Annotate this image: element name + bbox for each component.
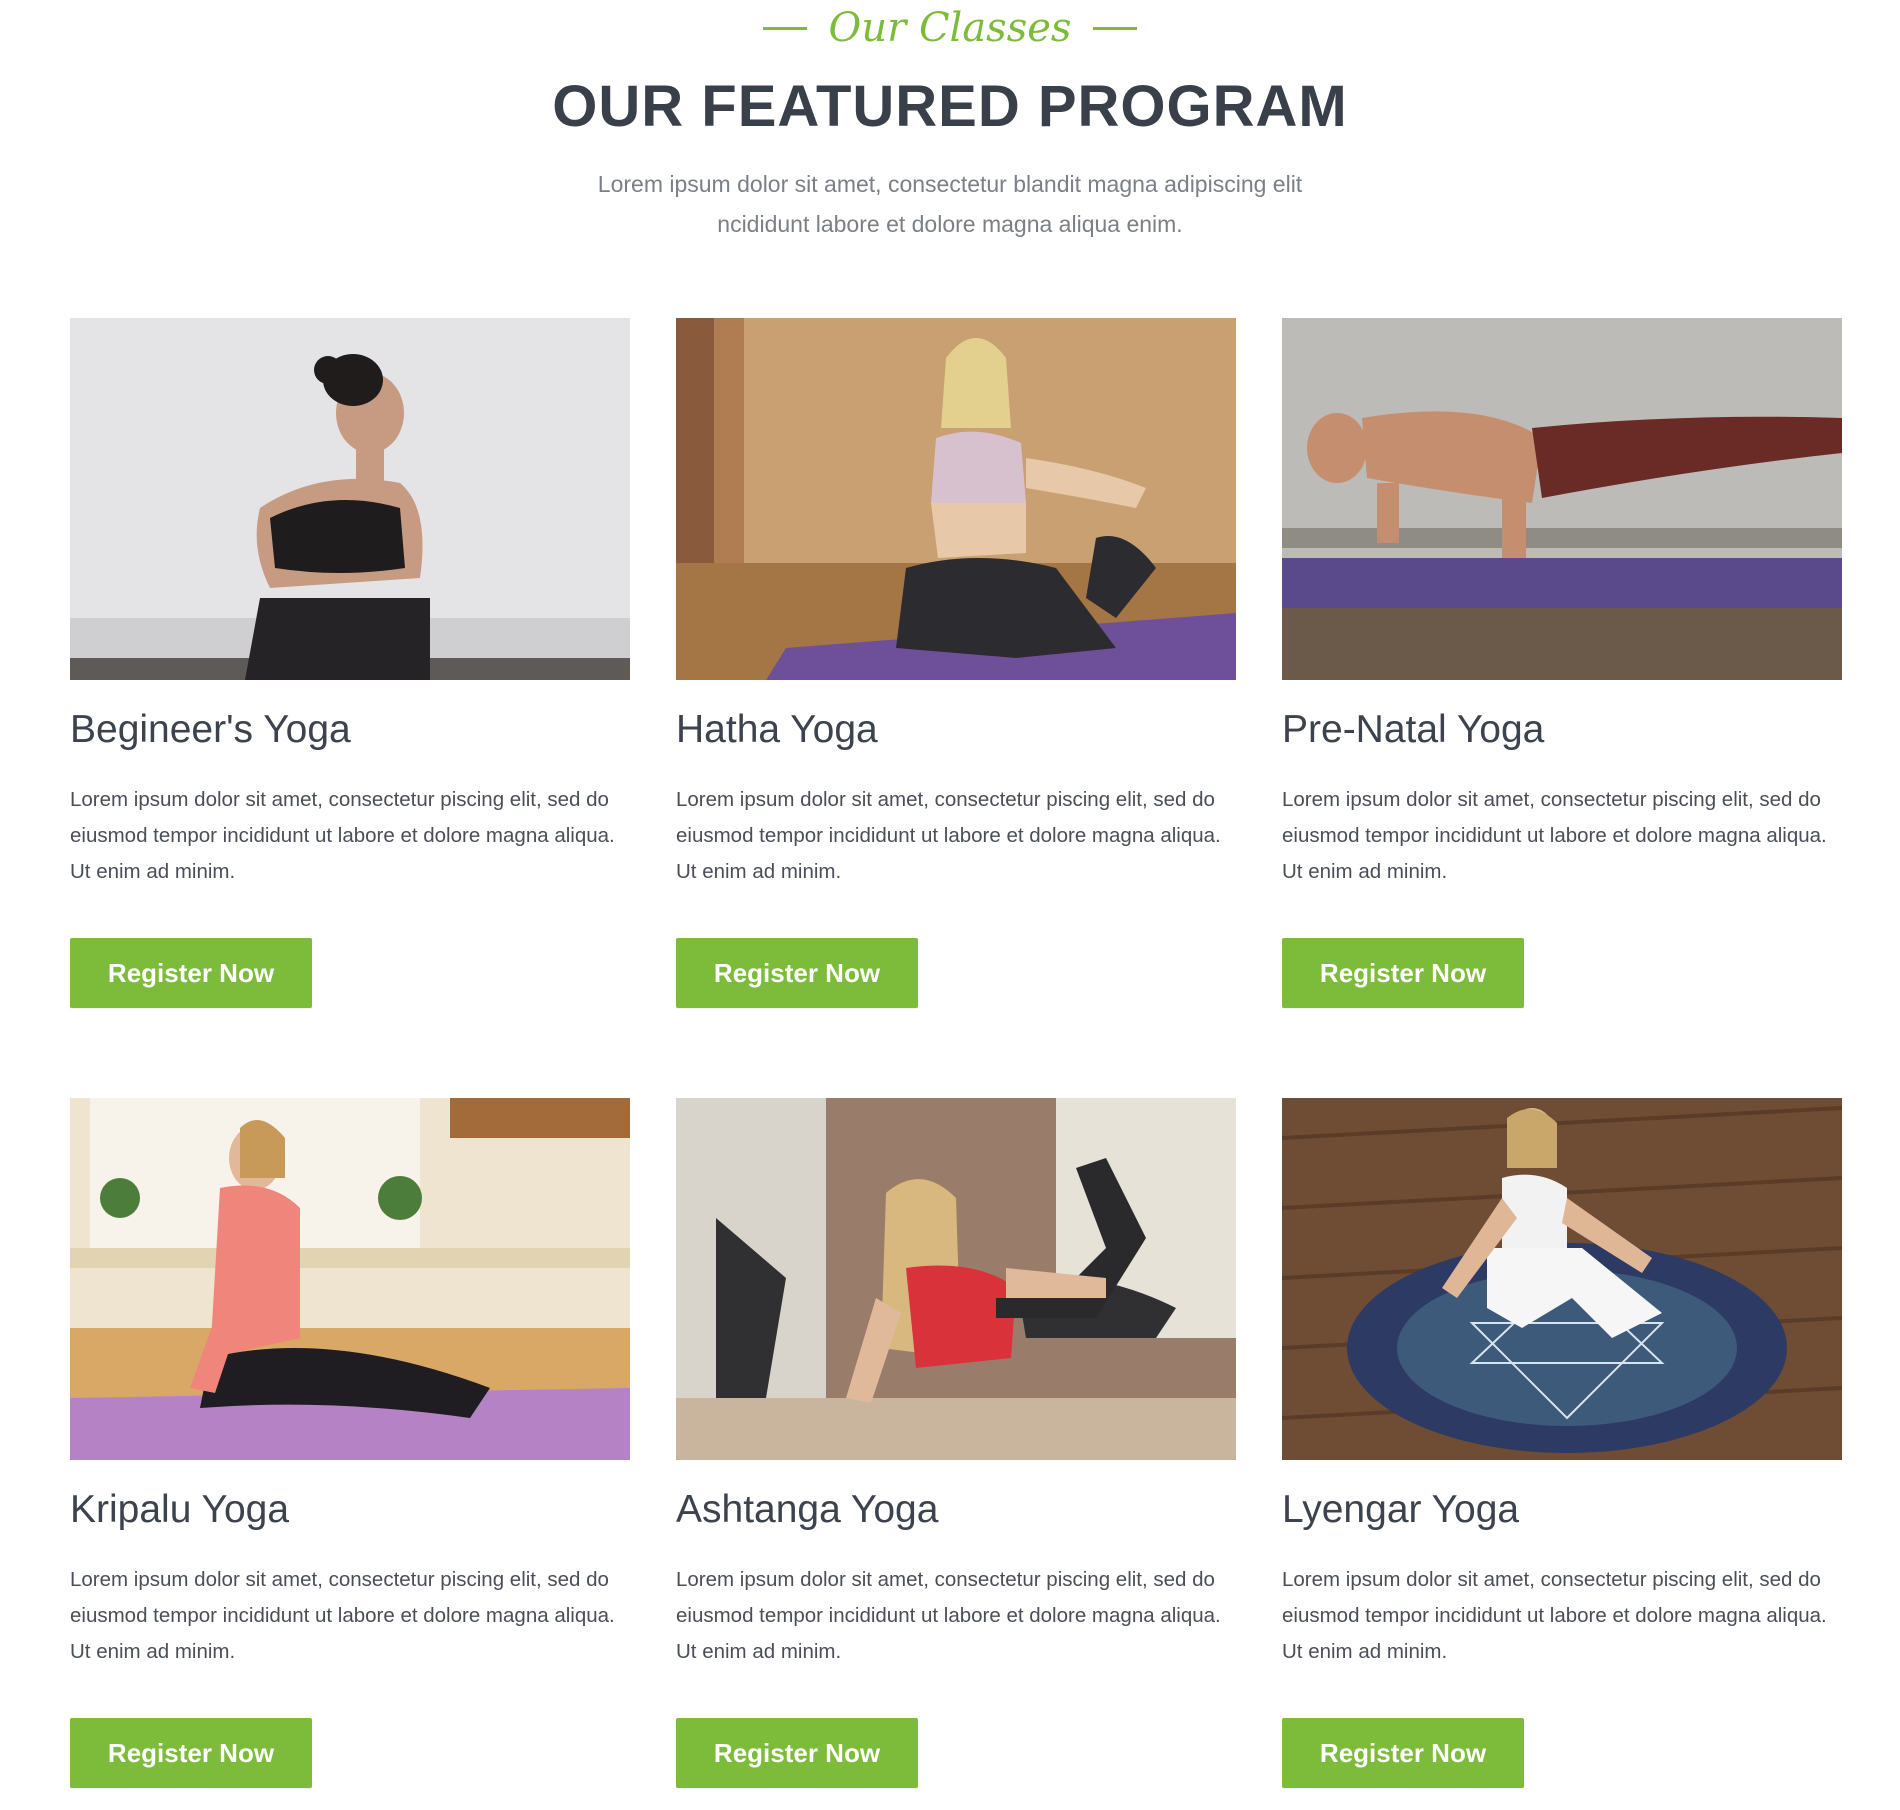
- program-photo: [676, 318, 1236, 680]
- program-photo: [70, 318, 630, 680]
- program-title: Ashtanga Yoga: [676, 1488, 939, 1531]
- program-description: Lorem ipsum dolor sit amet, consectetur …: [676, 1568, 1221, 1663]
- program-photo-yoga-seated-twist: [70, 318, 630, 680]
- register-now-button[interactable]: Register Now: [70, 1718, 312, 1788]
- program-photo-yoga-group-class: [676, 1098, 1236, 1460]
- program-card: Pre-Natal Yoga Lorem ipsum dolor sit ame…: [1282, 318, 1842, 1008]
- register-now-button[interactable]: Register Now: [676, 1718, 918, 1788]
- program-card: Lyengar Yoga Lorem ipsum dolor sit amet,…: [1282, 1098, 1842, 1788]
- program-card: Begineer's Yoga Lorem ipsum dolor sit am…: [70, 318, 630, 1008]
- program-photo-yoga-pigeon-pose: [70, 1098, 630, 1460]
- register-now-button[interactable]: Register Now: [676, 938, 918, 1008]
- program-description: Lorem ipsum dolor sit amet, consectetur …: [1282, 1568, 1827, 1663]
- program-photo: [1282, 1098, 1842, 1460]
- eyebrow-right-rule: [1093, 26, 1138, 30]
- program-photo-yoga-round-mat: [1282, 1098, 1842, 1460]
- program-title: Kripalu Yoga: [70, 1488, 290, 1531]
- program-card: Ashtanga Yoga Lorem ipsum dolor sit amet…: [676, 1098, 1236, 1788]
- program-description: Lorem ipsum dolor sit amet, consectetur …: [676, 788, 1221, 883]
- section-title: OUR FEATURED PROGRAM: [552, 74, 1348, 139]
- program-title: Pre-Natal Yoga: [1282, 708, 1545, 751]
- program-photo-yoga-plank-pose: [1282, 318, 1842, 680]
- register-now-button[interactable]: Register Now: [1282, 938, 1524, 1008]
- program-description: Lorem ipsum dolor sit amet, consectetur …: [70, 1568, 615, 1663]
- program-photo: [1282, 318, 1842, 680]
- program-title: Hatha Yoga: [676, 708, 878, 751]
- program-photo: [70, 1098, 630, 1460]
- program-description: Lorem ipsum dolor sit amet, consectetur …: [1282, 788, 1827, 883]
- section-intro: Lorem ipsum dolor sit amet, consectetur …: [597, 171, 1303, 237]
- register-now-button[interactable]: Register Now: [70, 938, 312, 1008]
- eyebrow-left-rule: [762, 26, 807, 30]
- program-card: Kripalu Yoga Lorem ipsum dolor sit amet,…: [70, 1098, 630, 1788]
- program-description: Lorem ipsum dolor sit amet, consectetur …: [70, 788, 615, 883]
- program-card: Hatha Yoga Lorem ipsum dolor sit amet, c…: [676, 318, 1236, 1008]
- program-photo-yoga-mat-stretch: [676, 318, 1236, 680]
- program-title: Lyengar Yoga: [1282, 1488, 1520, 1531]
- program-title: Begineer's Yoga: [70, 708, 351, 751]
- section-eyebrow: Our Classes: [0, 4, 1900, 52]
- program-grid: Begineer's Yoga Lorem ipsum dolor sit am…: [70, 318, 1846, 1788]
- program-photo: [676, 1098, 1236, 1460]
- eyebrow-text: Our Classes: [828, 5, 1072, 51]
- register-now-button[interactable]: Register Now: [1282, 1718, 1524, 1788]
